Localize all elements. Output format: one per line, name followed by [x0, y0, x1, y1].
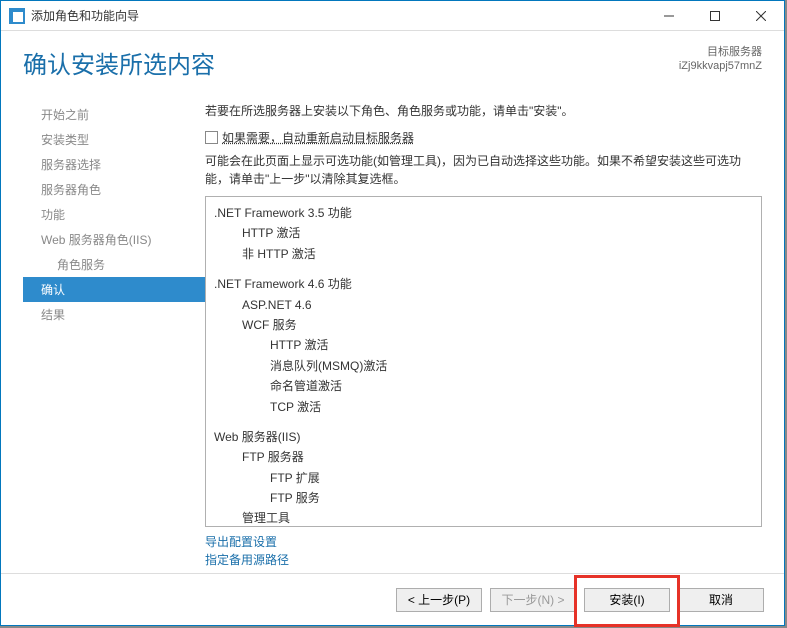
- instruction-text: 若要在所选服务器上安装以下角色、角色服务或功能，请单击"安装"。: [205, 102, 762, 119]
- nav-item-5[interactable]: Web 服务器角色(IIS): [23, 227, 205, 252]
- cancel-button[interactable]: 取消: [678, 588, 764, 612]
- nav-item-4[interactable]: 功能: [23, 202, 205, 227]
- links-row: 导出配置设置 指定备用源路径: [205, 527, 762, 573]
- window-title: 添加角色和功能向导: [31, 7, 646, 24]
- body-row: 开始之前安装类型服务器选择服务器角色功能Web 服务器角色(IIS)角色服务确认…: [1, 86, 784, 573]
- next-button: 下一步(N) >: [490, 588, 576, 612]
- nav-item-6[interactable]: 角色服务: [23, 252, 205, 277]
- restart-checkbox-label: 如果需要，自动重新启动目标服务器: [222, 129, 414, 146]
- server-info: 目标服务器 iZj9kkvapj57mnZ: [679, 45, 762, 74]
- server-label: 目标服务器: [679, 45, 762, 59]
- feature-tree[interactable]: .NET Framework 3.5 功能HTTP 激活非 HTTP 激活.NE…: [205, 196, 762, 527]
- button-row: < 上一步(P) 下一步(N) > 安装(I) 取消: [1, 573, 784, 625]
- maximize-button[interactable]: [692, 1, 738, 31]
- tree-node: FTP 服务器: [214, 447, 753, 467]
- warning-text: 可能会在此页面上显示可选功能(如管理工具)，因为已自动选择这些功能。如果不希望安…: [205, 152, 762, 188]
- nav-item-0[interactable]: 开始之前: [23, 102, 205, 127]
- tree-node: 管理工具: [214, 508, 753, 527]
- install-button[interactable]: 安装(I): [584, 588, 670, 612]
- wizard-window: 添加角色和功能向导 确认安装所选内容 目标服务器 iZj9kkvapj57mnZ…: [0, 0, 785, 626]
- nav-item-2[interactable]: 服务器选择: [23, 152, 205, 177]
- page-title: 确认安装所选内容: [23, 45, 679, 80]
- content: 确认安装所选内容 目标服务器 iZj9kkvapj57mnZ 开始之前安装类型服…: [1, 31, 784, 625]
- server-name: iZj9kkvapj57mnZ: [679, 59, 762, 73]
- tree-node: 非 HTTP 激活: [214, 244, 753, 264]
- previous-button[interactable]: < 上一步(P): [396, 588, 482, 612]
- header-row: 确认安装所选内容 目标服务器 iZj9kkvapj57mnZ: [1, 31, 784, 86]
- nav-item-3[interactable]: 服务器角色: [23, 177, 205, 202]
- tree-node: 命名管道激活: [214, 376, 753, 396]
- restart-checkbox-row: 如果需要，自动重新启动目标服务器: [205, 129, 762, 146]
- app-icon: [9, 8, 25, 24]
- tree-node: FTP 服务: [214, 488, 753, 508]
- alt-source-link[interactable]: 指定备用源路径: [205, 551, 762, 569]
- close-button[interactable]: [738, 1, 784, 31]
- tree-node: HTTP 激活: [214, 335, 753, 355]
- tree-node: .NET Framework 3.5 功能: [214, 203, 753, 223]
- tree-node: 消息队列(MSMQ)激活: [214, 356, 753, 376]
- main-panel: 若要在所选服务器上安装以下角色、角色服务或功能，请单击"安装"。 如果需要，自动…: [205, 94, 762, 573]
- nav-item-7[interactable]: 确认: [23, 277, 205, 302]
- restart-checkbox[interactable]: [205, 131, 218, 144]
- window-controls: [646, 1, 784, 31]
- minimize-icon: [664, 11, 674, 21]
- close-icon: [756, 11, 766, 21]
- nav-item-1[interactable]: 安装类型: [23, 127, 205, 152]
- minimize-button[interactable]: [646, 1, 692, 31]
- tree-node: ASP.NET 4.6: [214, 295, 753, 315]
- nav-item-8[interactable]: 结果: [23, 302, 205, 327]
- tree-node: WCF 服务: [214, 315, 753, 335]
- export-config-link[interactable]: 导出配置设置: [205, 533, 762, 551]
- tree-node: HTTP 激活: [214, 223, 753, 243]
- tree-node: Web 服务器(IIS): [214, 427, 753, 447]
- tree-node: FTP 扩展: [214, 468, 753, 488]
- maximize-icon: [710, 11, 720, 21]
- titlebar: 添加角色和功能向导: [1, 1, 784, 31]
- tree-node: .NET Framework 4.6 功能: [214, 274, 753, 294]
- sidebar: 开始之前安装类型服务器选择服务器角色功能Web 服务器角色(IIS)角色服务确认…: [23, 94, 205, 573]
- tree-node: TCP 激活: [214, 397, 753, 417]
